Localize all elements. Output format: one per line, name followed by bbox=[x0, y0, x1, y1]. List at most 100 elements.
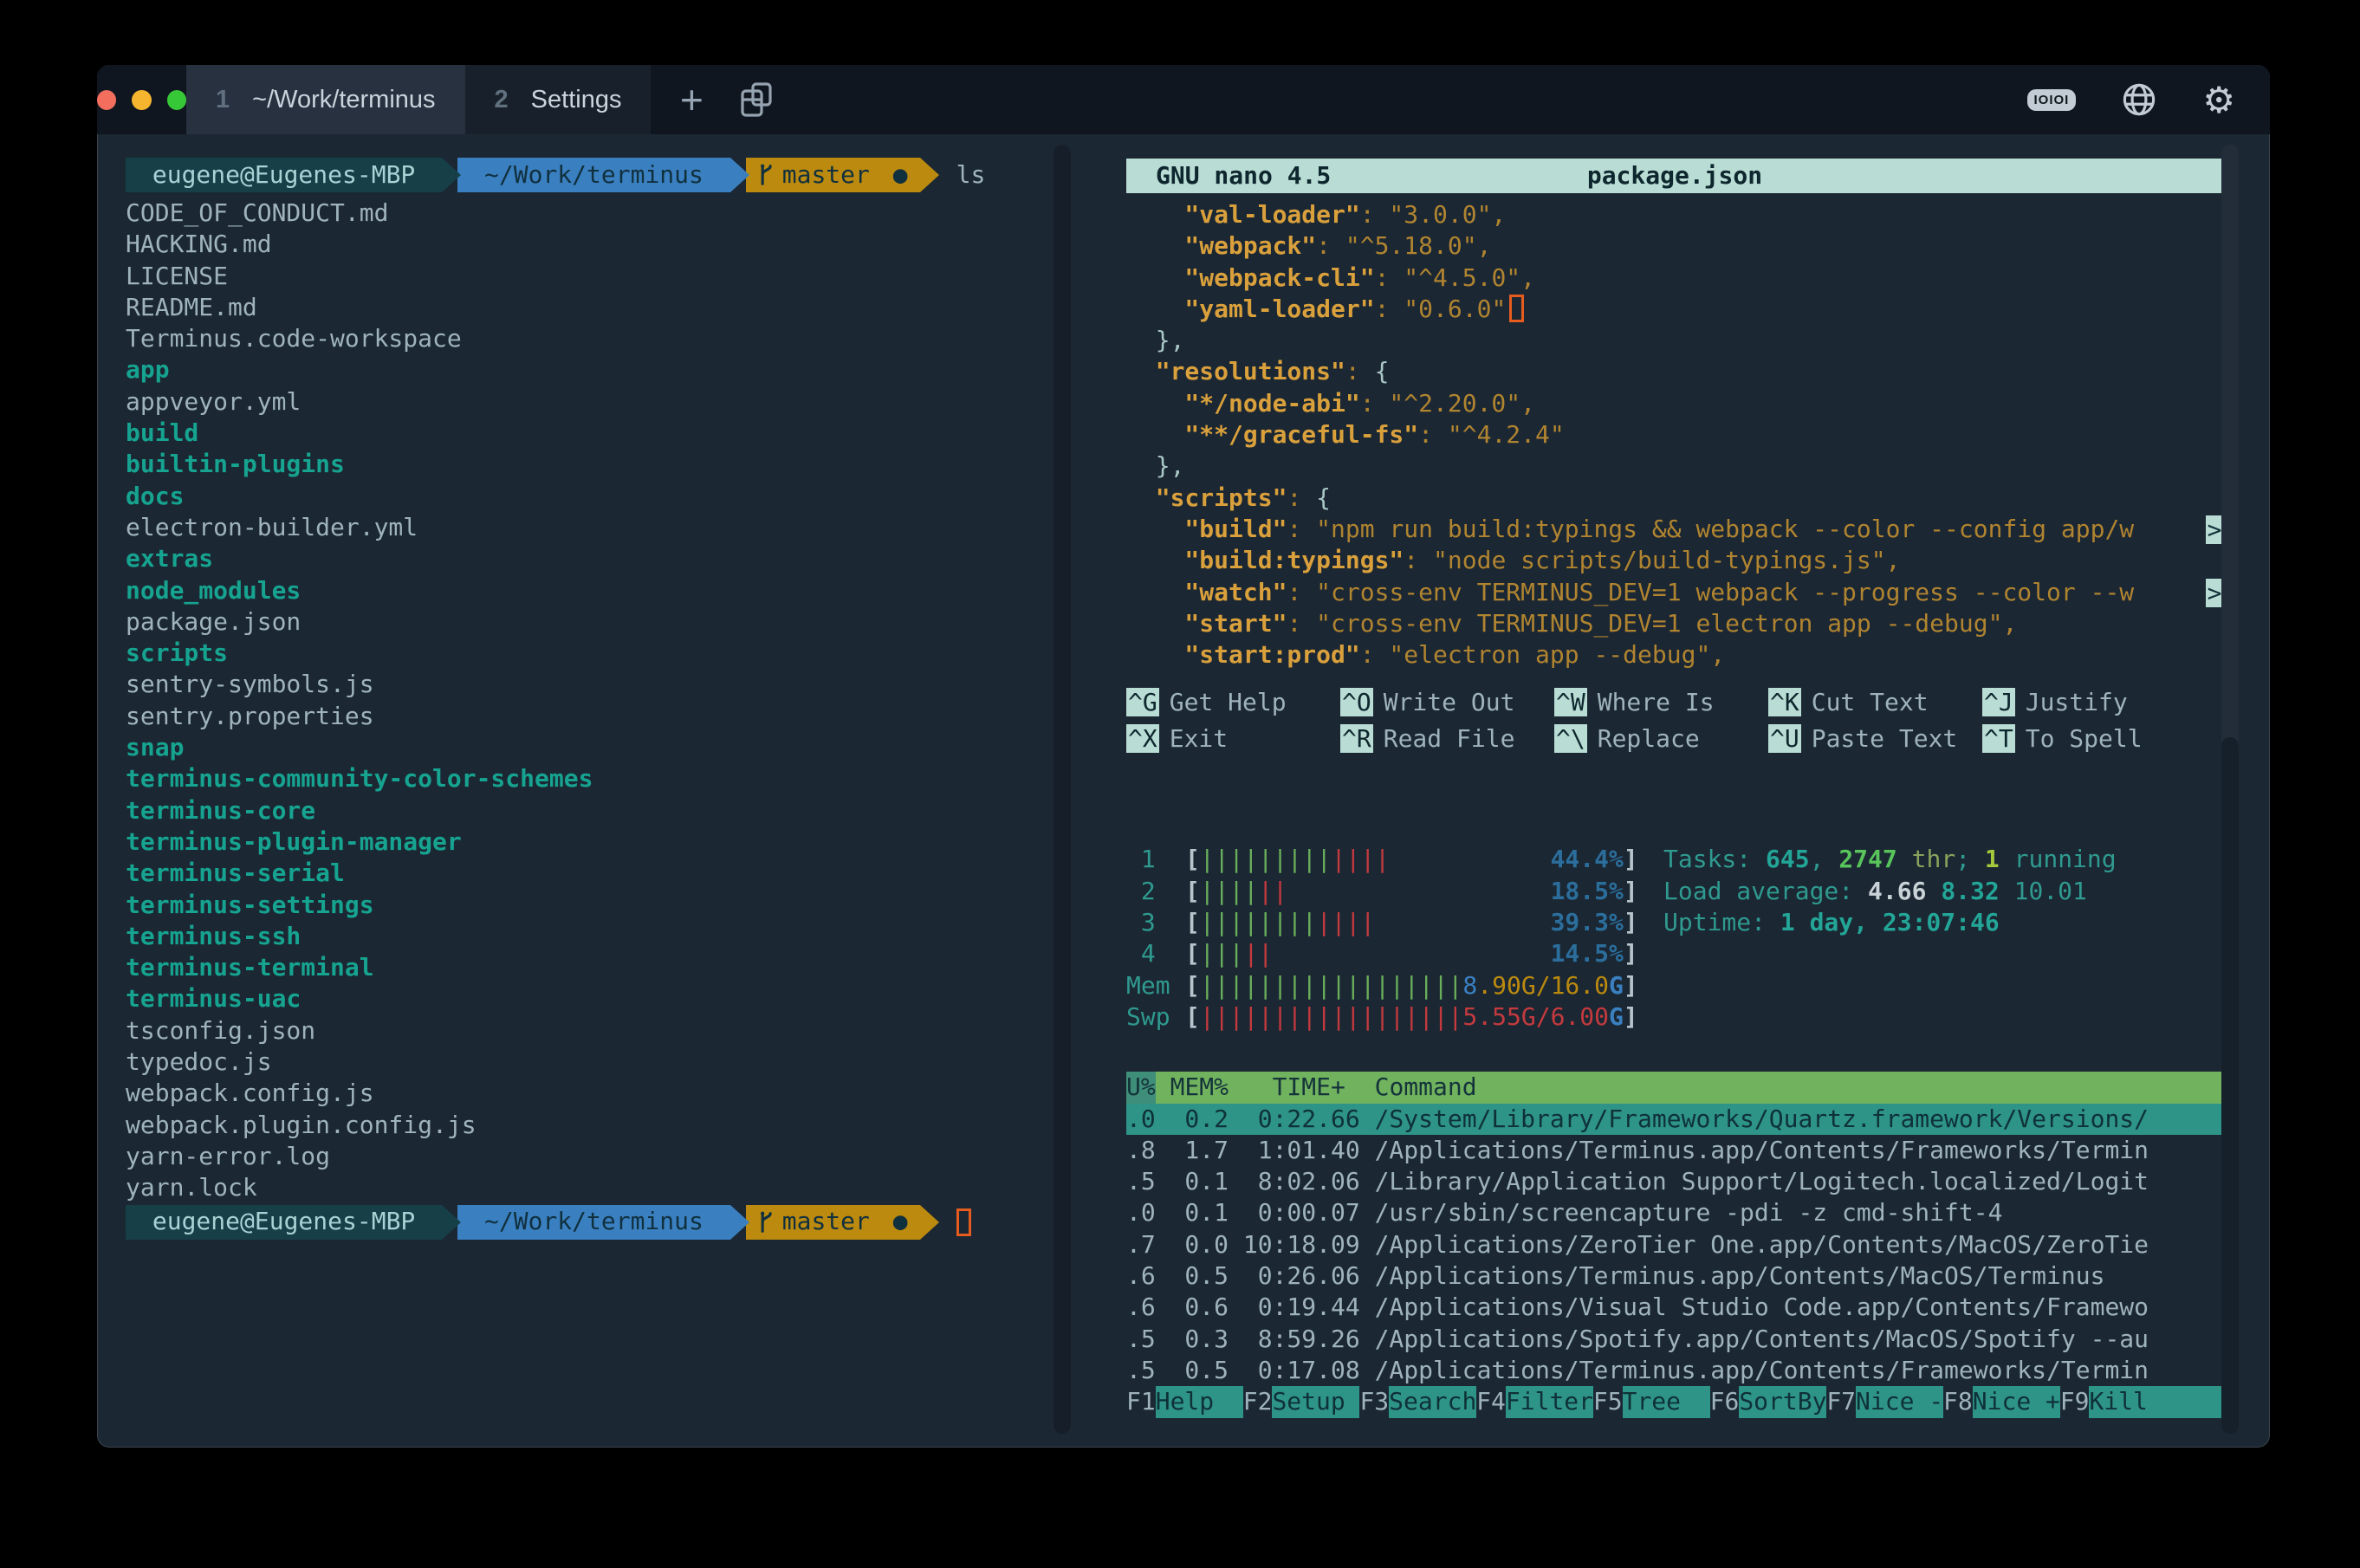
fkey-item: F4Filter bbox=[1476, 1386, 1593, 1417]
serial-port-icon[interactable]: IOIOI bbox=[2027, 89, 2077, 111]
fkey-item: F5Tree bbox=[1593, 1386, 1710, 1417]
powerline-arrow-icon bbox=[442, 1205, 461, 1240]
new-tab-button[interactable]: + bbox=[661, 65, 722, 134]
htop-fkey-bar: F1HelpF2SetupF3SearchF4FilterF5TreeF6Sor… bbox=[1126, 1386, 2223, 1417]
tab-settings[interactable]: 2 Settings bbox=[465, 65, 652, 134]
nano-line: "watch": "cross-env TERMINUS_DEV=1 webpa… bbox=[1126, 577, 2223, 608]
directory-entry: docs bbox=[126, 482, 184, 510]
key-combo: ^U bbox=[1768, 724, 1801, 753]
process-row: .6 0.5 0:26.06 /Applications/Terminus.ap… bbox=[1126, 1260, 2223, 1292]
nano-line: "webpack-cli": "^4.5.0", bbox=[1126, 262, 2223, 294]
directory-entry: terminus-terminal bbox=[126, 953, 374, 982]
key-combo: ^R bbox=[1340, 724, 1373, 753]
tab-bar: 1 ~/Work/terminus 2 Settings + IOIOI ⚙ bbox=[97, 65, 2270, 134]
zoom-button[interactable] bbox=[167, 90, 186, 110]
file-entry: yarn.lock bbox=[126, 1173, 257, 1202]
nano-line: "yaml-loader": "0.6.0" bbox=[1126, 294, 2223, 325]
key-label: Write Out bbox=[1384, 688, 1515, 716]
tab-title: ~/Work/terminus bbox=[252, 86, 435, 114]
left-pane-scrollbar[interactable] bbox=[1054, 145, 1071, 1434]
directory-entry: snap bbox=[126, 733, 184, 761]
directory-entry: terminus-ssh bbox=[126, 922, 301, 950]
settings-gear-icon[interactable]: ⚙ bbox=[2202, 79, 2235, 121]
fkey-item: F7Nice - bbox=[1826, 1386, 1943, 1417]
git-branch-icon bbox=[758, 1209, 774, 1235]
key-label: To Spell bbox=[2026, 724, 2143, 753]
process-row: .5 0.1 8:02.06 /Library/Application Supp… bbox=[1126, 1166, 2223, 1197]
nano-line: "*/node-abi": "^2.20.0", bbox=[1126, 388, 2223, 419]
minimize-button[interactable] bbox=[132, 90, 151, 110]
htop-meter: Swp[||||||||||||||||||5.55G/6.00G] bbox=[1126, 1001, 2235, 1033]
file-entry: CODE_OF_CONDUCT.md bbox=[126, 198, 388, 227]
file-entry: sentry.properties bbox=[126, 702, 374, 730]
terminus-window: 1 ~/Work/terminus 2 Settings + IOIOI ⚙ bbox=[97, 65, 2270, 1448]
prompt-git-branch: master ● bbox=[746, 1205, 920, 1240]
file-entry: HACKING.md bbox=[126, 230, 272, 258]
globe-icon[interactable] bbox=[2121, 81, 2157, 118]
htop-meter: Mem[||||||||||||||||||8.90G/16.0G] bbox=[1126, 970, 2235, 1001]
powerline-arrow-icon bbox=[442, 158, 461, 192]
right-pane-scrollbar[interactable] bbox=[2221, 145, 2239, 1434]
shell-prompt: eugene@Eugenes-MBP ~/Work/terminus maste… bbox=[126, 1205, 1050, 1240]
directory-entry: builtin-plugins bbox=[126, 450, 345, 478]
key-combo: ^W bbox=[1554, 688, 1587, 716]
prompt-user-host: eugene@Eugenes-MBP bbox=[126, 1205, 442, 1240]
process-row: .7 0.0 10:18.09 /Applications/ZeroTier O… bbox=[1126, 1229, 2223, 1260]
file-entry: appveyor.yml bbox=[126, 387, 301, 416]
nano-line: }, bbox=[1126, 450, 2223, 482]
htop-stat-line: Load average: 4.66 8.32 10.01 bbox=[1663, 876, 2117, 907]
nano-line: "val-loader": "3.0.0", bbox=[1126, 199, 2223, 230]
nano-shortcut: ^UPaste Text bbox=[1768, 721, 1982, 757]
file-entry: typedoc.js bbox=[126, 1047, 272, 1076]
sort-column-header[interactable]: U% bbox=[1126, 1072, 1156, 1103]
nano-title-bar: package.json GNU nano 4.5 bbox=[1126, 159, 2223, 193]
nano-shortcut: ^TTo Spell bbox=[1982, 721, 2235, 757]
file-entry: tsconfig.json bbox=[126, 1016, 315, 1045]
line-continues-marker: > bbox=[2206, 579, 2223, 607]
key-combo: ^\ bbox=[1554, 724, 1587, 753]
fkey-item: F9Kill bbox=[2060, 1386, 2223, 1417]
directory-entry: terminus-core bbox=[126, 796, 315, 825]
fkey-item: F3Search bbox=[1359, 1386, 1476, 1417]
table-header-rest: MEM% TIME+ Command bbox=[1156, 1072, 2223, 1103]
nano-line: "resolutions": { bbox=[1126, 356, 2223, 387]
fkey-item: F6SortBy bbox=[1710, 1386, 1827, 1417]
terminal-pane-left[interactable]: eugene@Eugenes-MBP ~/Work/terminus maste… bbox=[97, 134, 1050, 1448]
key-combo: ^K bbox=[1768, 688, 1801, 716]
process-row: .5 0.3 8:59.26 /Applications/Spotify.app… bbox=[1126, 1324, 2223, 1355]
key-combo: ^J bbox=[1982, 688, 2015, 716]
split-content: eugene@Eugenes-MBP ~/Work/terminus maste… bbox=[97, 134, 2270, 1448]
file-entry: README.md bbox=[126, 293, 257, 321]
prompt-cwd: ~/Work/terminus bbox=[457, 158, 730, 192]
tab-number: 2 bbox=[495, 86, 509, 114]
new-window-icon[interactable] bbox=[722, 65, 791, 134]
file-entry: webpack.config.js bbox=[126, 1079, 374, 1107]
prompt-user-host: eugene@Eugenes-MBP bbox=[126, 158, 442, 192]
htop-stats: Tasks: 645, 2747 thr; 1 runningLoad aver… bbox=[1663, 844, 2117, 938]
powerline-arrow-icon bbox=[920, 158, 939, 192]
nano-shortcut-help: ^GGet Help^OWrite Out^WWhere Is^KCut Tex… bbox=[1126, 684, 2235, 757]
key-label: Read File bbox=[1384, 724, 1515, 753]
nano-shortcut: ^GGet Help bbox=[1126, 684, 1340, 721]
directory-entry: terminus-settings bbox=[126, 891, 374, 919]
key-label: Justify bbox=[2026, 688, 2128, 716]
shell-prompt: eugene@Eugenes-MBP ~/Work/terminus maste… bbox=[126, 158, 1050, 192]
file-entry: webpack.plugin.config.js bbox=[126, 1111, 477, 1139]
powerline-arrow-icon bbox=[730, 1205, 749, 1240]
close-button[interactable] bbox=[97, 90, 116, 110]
terminal-pane-right[interactable]: package.json GNU nano 4.5 "val-loader": … bbox=[1126, 134, 2235, 1448]
process-row: .5 0.5 0:17.08 /Applications/Terminus.ap… bbox=[1126, 1355, 2223, 1386]
nano-shortcut: ^KCut Text bbox=[1768, 684, 1982, 721]
terminal-cursor bbox=[956, 1208, 971, 1236]
directory-entry: terminus-serial bbox=[126, 859, 345, 887]
git-branch-icon bbox=[758, 162, 774, 188]
process-row: .8 1.7 1:01.40 /Applications/Terminus.ap… bbox=[1126, 1135, 2223, 1166]
fkey-item: F2Setup bbox=[1243, 1386, 1360, 1417]
tab-work-terminus[interactable]: 1 ~/Work/terminus bbox=[186, 65, 465, 134]
key-label: Replace bbox=[1598, 724, 1700, 753]
htop-process-table: U% MEM% TIME+ Command .0 0.2 0:22.66 /Sy… bbox=[1126, 1072, 2223, 1417]
directory-entry: extras bbox=[126, 544, 213, 573]
fkey-item: F1Help bbox=[1126, 1386, 1243, 1417]
directory-entry: terminus-community-color-schemes bbox=[126, 764, 593, 793]
powerline-arrow-icon bbox=[920, 1205, 939, 1240]
